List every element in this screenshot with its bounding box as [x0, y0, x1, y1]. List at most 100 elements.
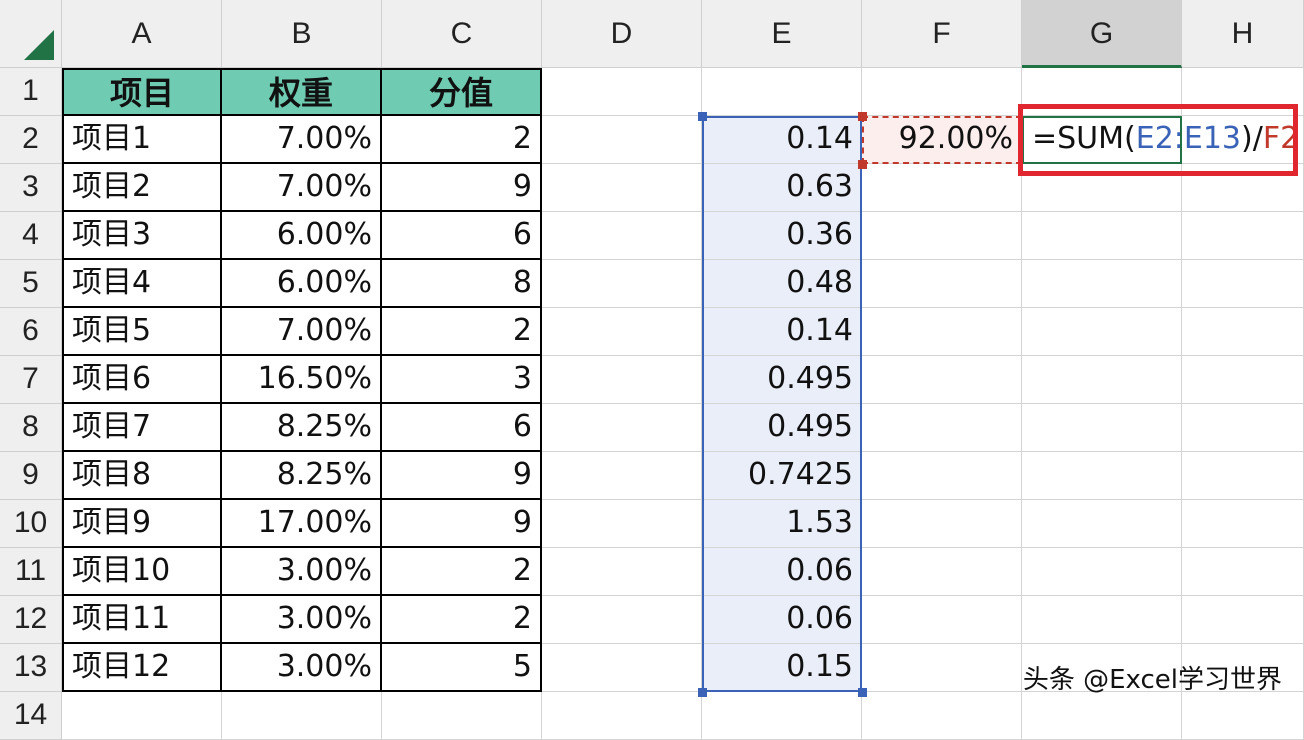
cell-e12[interactable]: 0.06: [702, 596, 862, 644]
cell-a6[interactable]: 项目5: [62, 308, 222, 356]
cell-c12[interactable]: 2: [382, 596, 542, 644]
cell-d11[interactable]: [542, 548, 702, 596]
cell-e4[interactable]: 0.36: [702, 212, 862, 260]
row-header-8[interactable]: 8: [0, 404, 62, 452]
cell-g7[interactable]: [1022, 356, 1182, 404]
cell-c10[interactable]: 9: [382, 500, 542, 548]
cell-b2[interactable]: 7.00%: [222, 116, 382, 164]
cell-d2[interactable]: [542, 116, 702, 164]
cell-g4[interactable]: [1022, 212, 1182, 260]
cell-d5[interactable]: [542, 260, 702, 308]
row-header-7[interactable]: 7: [0, 356, 62, 404]
cell-e11[interactable]: 0.06: [702, 548, 862, 596]
cell-f3[interactable]: [862, 164, 1022, 212]
cell-c13[interactable]: 5: [382, 644, 542, 692]
select-all-corner[interactable]: [0, 0, 62, 68]
range-handle-icon[interactable]: [858, 688, 867, 697]
cell-f4[interactable]: [862, 212, 1022, 260]
cell-g8[interactable]: [1022, 404, 1182, 452]
cell-h5[interactable]: [1182, 260, 1304, 308]
cell-e3[interactable]: 0.63: [702, 164, 862, 212]
column-header-c[interactable]: C: [382, 0, 542, 68]
cell-b7[interactable]: 16.50%: [222, 356, 382, 404]
column-header-e[interactable]: E: [702, 0, 862, 68]
cell-d6[interactable]: [542, 308, 702, 356]
column-header-g[interactable]: G: [1022, 0, 1182, 68]
cell-g6[interactable]: [1022, 308, 1182, 356]
cell-g12[interactable]: [1022, 596, 1182, 644]
cell-g3[interactable]: [1022, 164, 1182, 212]
row-header-5[interactable]: 5: [0, 260, 62, 308]
range-handle-icon[interactable]: [698, 688, 707, 697]
cell-a11[interactable]: 项目10: [62, 548, 222, 596]
cell-d7[interactable]: [542, 356, 702, 404]
cell-e6[interactable]: 0.14: [702, 308, 862, 356]
cell-h1[interactable]: [1182, 68, 1304, 116]
cell-b8[interactable]: 8.25%: [222, 404, 382, 452]
cell-f2[interactable]: 92.00%: [862, 116, 1022, 164]
cell-e1[interactable]: [702, 68, 862, 116]
cell-a14[interactable]: [62, 692, 222, 740]
reference-handle-icon[interactable]: [858, 160, 867, 169]
cell-c3[interactable]: 9: [382, 164, 542, 212]
cell-g10[interactable]: [1022, 500, 1182, 548]
cell-d10[interactable]: [542, 500, 702, 548]
cell-f7[interactable]: [862, 356, 1022, 404]
row-header-13[interactable]: 13: [0, 644, 62, 692]
column-header-a[interactable]: A: [62, 0, 222, 68]
row-header-11[interactable]: 11: [0, 548, 62, 596]
cell-d3[interactable]: [542, 164, 702, 212]
cell-e9[interactable]: 0.7425: [702, 452, 862, 500]
cell-h8[interactable]: [1182, 404, 1304, 452]
cell-h9[interactable]: [1182, 452, 1304, 500]
cell-c14[interactable]: [382, 692, 542, 740]
row-header-14[interactable]: 14: [0, 692, 62, 740]
cell-f1[interactable]: [862, 68, 1022, 116]
cell-h3[interactable]: [1182, 164, 1304, 212]
cell-g14[interactable]: [1022, 692, 1182, 740]
cell-g5[interactable]: [1022, 260, 1182, 308]
cell-h7[interactable]: [1182, 356, 1304, 404]
cell-f13[interactable]: [862, 644, 1022, 692]
cell-d9[interactable]: [542, 452, 702, 500]
cell-e7[interactable]: 0.495: [702, 356, 862, 404]
column-header-h[interactable]: H: [1182, 0, 1304, 68]
row-header-2[interactable]: 2: [0, 116, 62, 164]
cell-b14[interactable]: [222, 692, 382, 740]
cell-a1[interactable]: 项目: [62, 68, 222, 116]
cell-f6[interactable]: [862, 308, 1022, 356]
cell-a2[interactable]: 项目1: [62, 116, 222, 164]
cell-b13[interactable]: 3.00%: [222, 644, 382, 692]
cell-a7[interactable]: 项目6: [62, 356, 222, 404]
cell-c6[interactable]: 2: [382, 308, 542, 356]
cell-a12[interactable]: 项目11: [62, 596, 222, 644]
cell-d14[interactable]: [542, 692, 702, 740]
cell-b9[interactable]: 8.25%: [222, 452, 382, 500]
reference-handle-icon[interactable]: [858, 112, 867, 121]
cell-h12[interactable]: [1182, 596, 1304, 644]
cell-c4[interactable]: 6: [382, 212, 542, 260]
cell-b5[interactable]: 6.00%: [222, 260, 382, 308]
column-header-d[interactable]: D: [542, 0, 702, 68]
cell-b1[interactable]: 权重: [222, 68, 382, 116]
cell-g1[interactable]: [1022, 68, 1182, 116]
cell-f11[interactable]: [862, 548, 1022, 596]
cell-e13[interactable]: 0.15: [702, 644, 862, 692]
spreadsheet-grid[interactable]: A B C D E F G H 1 2 3 4 5 6 7 8 9 10 11 12 13 14 项目 权重 分值 项目1 7.00…: [0, 0, 1304, 740]
cell-c9[interactable]: 9: [382, 452, 542, 500]
cell-d4[interactable]: [542, 212, 702, 260]
cell-f10[interactable]: [862, 500, 1022, 548]
row-header-10[interactable]: 10: [0, 500, 62, 548]
cell-f12[interactable]: [862, 596, 1022, 644]
cell-g9[interactable]: [1022, 452, 1182, 500]
cell-b6[interactable]: 7.00%: [222, 308, 382, 356]
cell-e10[interactable]: 1.53: [702, 500, 862, 548]
cell-a4[interactable]: 项目3: [62, 212, 222, 260]
cell-c1[interactable]: 分值: [382, 68, 542, 116]
cell-d13[interactable]: [542, 644, 702, 692]
column-header-f[interactable]: F: [862, 0, 1022, 68]
cell-g11[interactable]: [1022, 548, 1182, 596]
cell-h4[interactable]: [1182, 212, 1304, 260]
cell-f8[interactable]: [862, 404, 1022, 452]
cell-b12[interactable]: 3.00%: [222, 596, 382, 644]
